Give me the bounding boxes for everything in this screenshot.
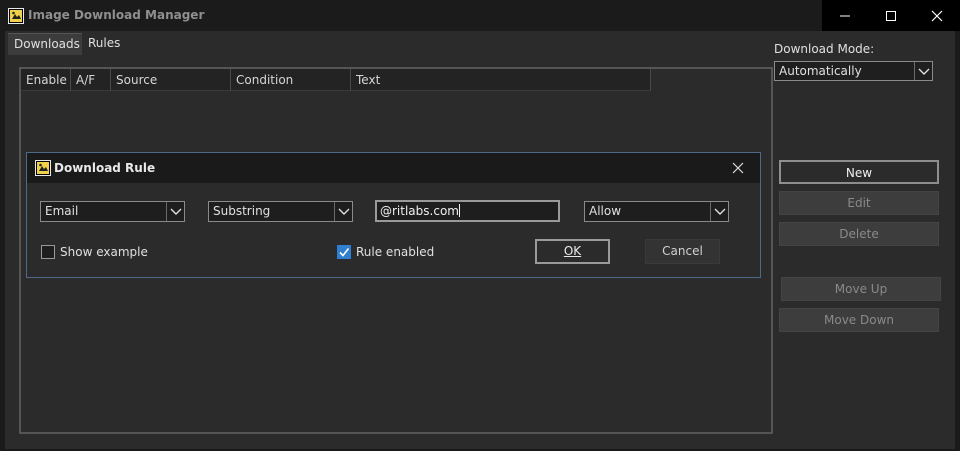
window-controls xyxy=(822,0,960,31)
close-icon xyxy=(931,10,943,21)
delete-button[interactable]: Delete xyxy=(779,222,939,246)
move-up-button[interactable]: Move Up xyxy=(781,277,941,301)
rule-text-value: @ritlabs.com xyxy=(380,204,459,218)
maximize-icon xyxy=(886,10,896,21)
maximize-button[interactable] xyxy=(868,0,914,31)
action-value: Allow xyxy=(589,204,622,218)
column-header-condition[interactable]: Condition xyxy=(231,69,351,91)
move-down-button[interactable]: Move Down xyxy=(779,308,939,332)
show-example-label: Show example xyxy=(60,245,148,259)
close-button[interactable] xyxy=(914,0,960,31)
rule-text-input[interactable]: @ritlabs.com xyxy=(375,200,560,222)
new-button[interactable]: New xyxy=(779,160,939,184)
dialog-title: Download Rule xyxy=(54,161,156,175)
checkmark-icon xyxy=(339,248,350,257)
condition-select[interactable]: Substring xyxy=(208,201,353,222)
rule-enabled-label: Rule enabled xyxy=(356,245,435,259)
chevron-down-icon xyxy=(166,202,184,221)
chevron-down-icon xyxy=(334,202,352,221)
ok-button[interactable]: OK xyxy=(535,239,610,264)
dialog-app-icon xyxy=(35,160,51,176)
close-icon xyxy=(732,162,744,174)
tab-downloads[interactable]: Downloads xyxy=(8,33,86,55)
download-mode-value: Automatically xyxy=(779,64,862,78)
app-icon xyxy=(8,8,24,24)
chevron-down-icon xyxy=(710,202,728,221)
cancel-button[interactable]: Cancel xyxy=(645,239,720,264)
window-title: Image Download Manager xyxy=(28,8,205,22)
download-mode-select[interactable]: Automatically xyxy=(774,61,933,81)
edit-button[interactable]: Edit xyxy=(779,191,939,215)
rule-enabled-checkbox[interactable]: Rule enabled xyxy=(337,244,434,260)
column-header-source[interactable]: Source xyxy=(111,69,231,91)
rule-enabled-check-box[interactable] xyxy=(337,245,351,259)
minimize-icon xyxy=(840,15,850,16)
tab-rules[interactable]: Rules xyxy=(82,33,127,55)
column-header-af[interactable]: A/F xyxy=(71,69,111,91)
dialog-close-button[interactable] xyxy=(726,153,750,183)
dialog-title-bar: Download Rule xyxy=(27,153,760,183)
source-select[interactable]: Email xyxy=(40,201,185,222)
column-header-enable[interactable]: Enable xyxy=(21,69,71,91)
action-select[interactable]: Allow xyxy=(584,201,729,222)
condition-value: Substring xyxy=(213,204,271,218)
title-bar: Image Download Manager xyxy=(0,0,960,31)
minimize-button[interactable] xyxy=(822,0,868,31)
show-example-checkbox[interactable]: Show example xyxy=(41,244,148,260)
table-header: Enable A/F Source Condition Text xyxy=(21,69,651,91)
column-header-text[interactable]: Text xyxy=(351,69,651,91)
text-caret xyxy=(458,204,460,217)
chevron-down-icon xyxy=(914,62,932,80)
source-value: Email xyxy=(45,204,79,218)
download-rule-dialog: Download Rule Email Substring @ritlabs.c… xyxy=(26,152,761,278)
show-example-check-box[interactable] xyxy=(41,245,55,259)
download-mode-label: Download Mode: xyxy=(774,42,875,56)
